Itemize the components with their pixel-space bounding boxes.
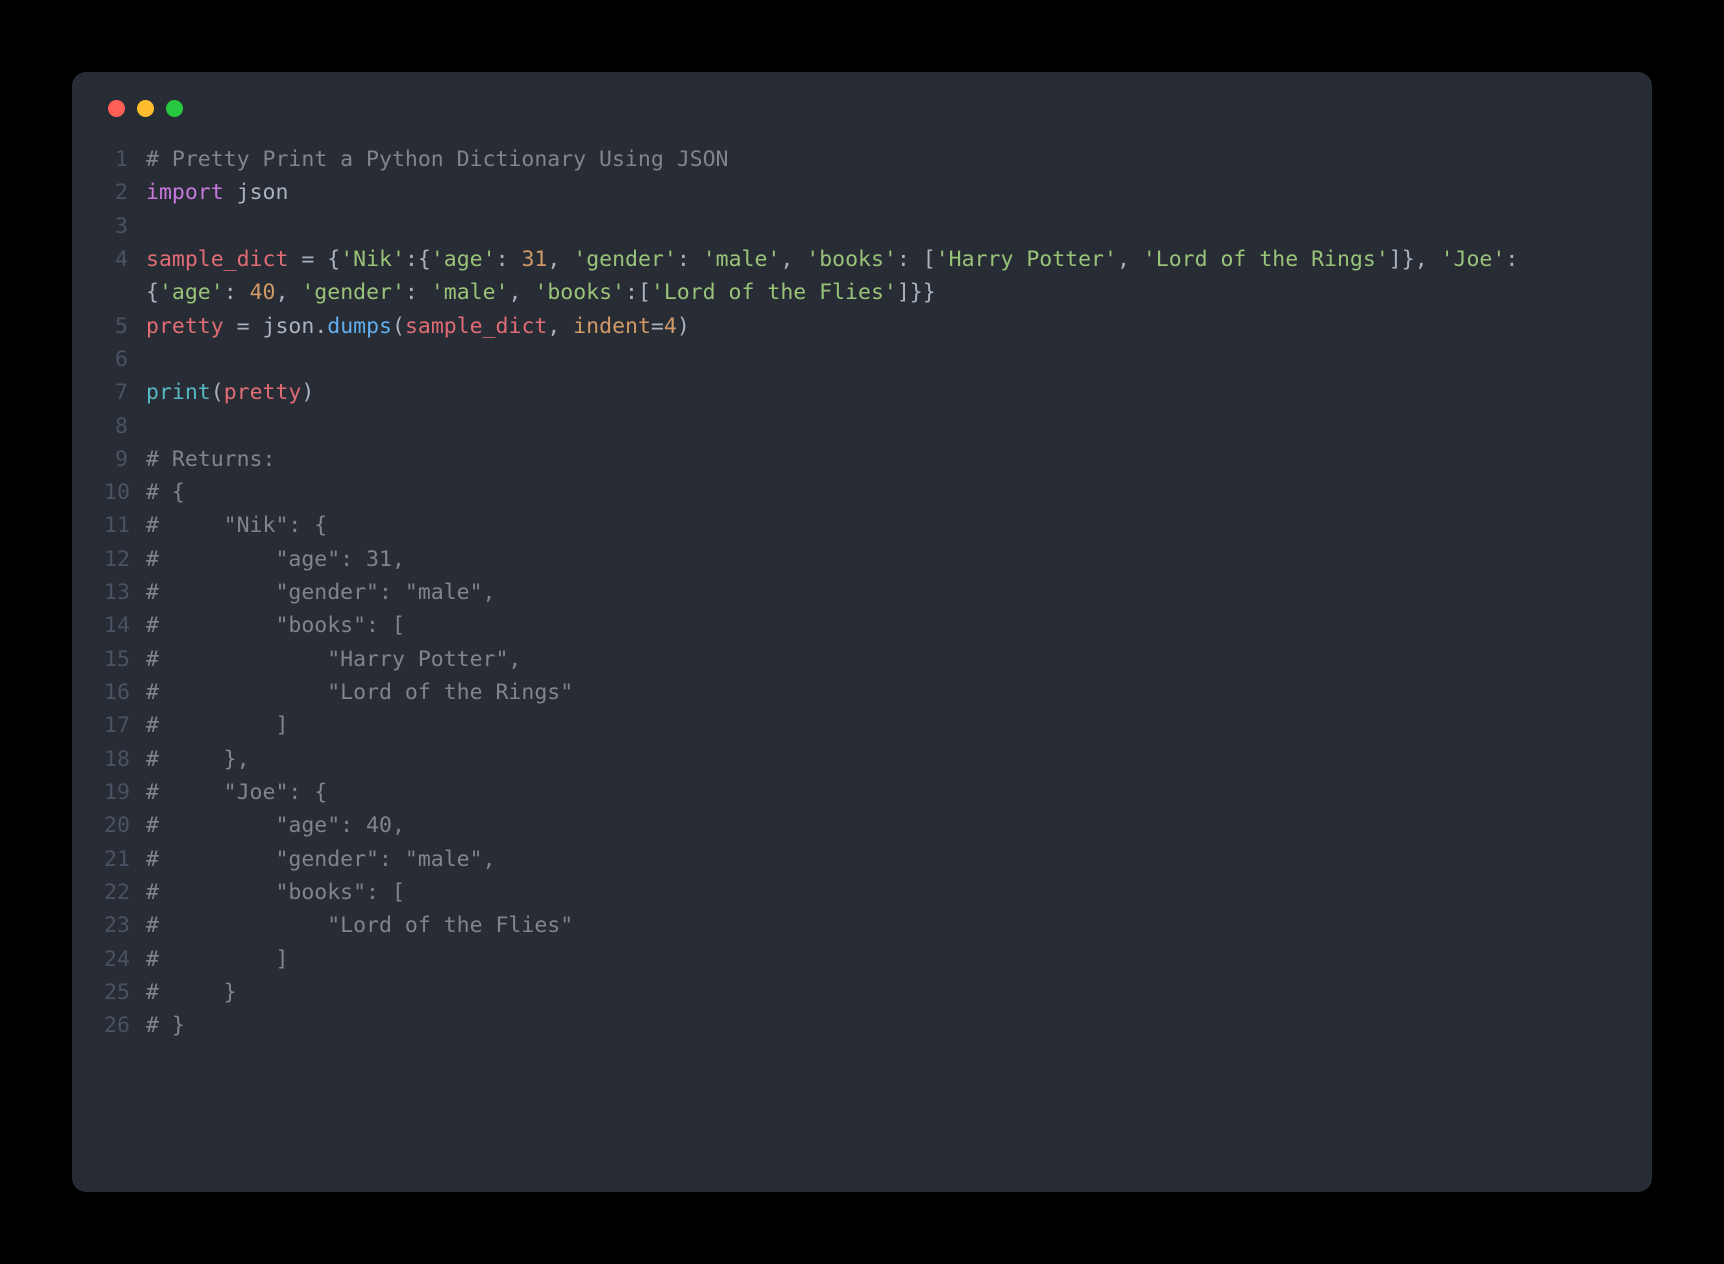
line-content xyxy=(146,343,159,376)
close-icon[interactable] xyxy=(108,100,125,117)
code-line: 21# "gender": "male", xyxy=(104,843,1620,876)
line-content: import json xyxy=(146,176,288,209)
line-number: 17 xyxy=(104,709,146,742)
code-line: 18# }, xyxy=(104,743,1620,776)
line-number: 4 xyxy=(104,243,146,276)
line-number: 26 xyxy=(104,1009,146,1042)
line-number: 8 xyxy=(104,410,146,443)
line-content xyxy=(146,410,159,443)
line-content: # "books": [ xyxy=(146,876,405,909)
line-number: 22 xyxy=(104,876,146,909)
code-editor[interactable]: 1 # Pretty Print a Python Dictionary Usi… xyxy=(104,143,1620,1042)
code-line: 9# Returns: xyxy=(104,443,1620,476)
line-content: pretty = json.dumps(sample_dict, indent=… xyxy=(146,310,690,343)
code-line: 26# } xyxy=(104,1009,1620,1042)
line-number: 19 xyxy=(104,776,146,809)
line-number: 25 xyxy=(104,976,146,1009)
code-line: 25# } xyxy=(104,976,1620,1009)
line-content: # } xyxy=(146,1009,185,1042)
line-content: # { xyxy=(146,476,185,509)
line-number: 16 xyxy=(104,676,146,709)
code-line: 22# "books": [ xyxy=(104,876,1620,909)
code-line: 14# "books": [ xyxy=(104,609,1620,642)
line-number: 23 xyxy=(104,909,146,942)
line-content: # "Lord of the Rings" xyxy=(146,676,573,709)
code-line: 11# "Nik": { xyxy=(104,509,1620,542)
line-number: 9 xyxy=(104,443,146,476)
line-number: 6 xyxy=(104,343,146,376)
code-line: 12# "age": 31, xyxy=(104,543,1620,576)
line-content: # } xyxy=(146,976,237,1009)
code-line: 8 xyxy=(104,410,1620,443)
line-content: # "gender": "male", xyxy=(146,576,496,609)
code-line: 7 print(pretty) xyxy=(104,376,1620,409)
line-content: # }, xyxy=(146,743,250,776)
line-content xyxy=(146,210,159,243)
line-number: 14 xyxy=(104,609,146,642)
line-number: 2 xyxy=(104,176,146,209)
line-number: 1 xyxy=(104,143,146,176)
line-number: 20 xyxy=(104,809,146,842)
line-content: sample_dict = {'Nik':{'age': 31, 'gender… xyxy=(146,243,1620,310)
line-number: 15 xyxy=(104,643,146,676)
code-line: 19# "Joe": { xyxy=(104,776,1620,809)
zoom-icon[interactable] xyxy=(166,100,183,117)
line-content: # ] xyxy=(146,709,288,742)
line-number: 11 xyxy=(104,509,146,542)
code-line: 1 # Pretty Print a Python Dictionary Usi… xyxy=(104,143,1620,176)
code-line: 15# "Harry Potter", xyxy=(104,643,1620,676)
line-content: # "age": 31, xyxy=(146,543,405,576)
window-controls xyxy=(104,100,1620,117)
code-line: 13# "gender": "male", xyxy=(104,576,1620,609)
line-number: 12 xyxy=(104,543,146,576)
code-line: 24# ] xyxy=(104,943,1620,976)
code-line: 23# "Lord of the Flies" xyxy=(104,909,1620,942)
code-line: 4 sample_dict = {'Nik':{'age': 31, 'gend… xyxy=(104,243,1620,310)
line-number: 18 xyxy=(104,743,146,776)
line-content: # ] xyxy=(146,943,288,976)
minimize-icon[interactable] xyxy=(137,100,154,117)
line-number: 10 xyxy=(104,476,146,509)
line-content: # "age": 40, xyxy=(146,809,405,842)
line-content: # "Lord of the Flies" xyxy=(146,909,573,942)
code-line: 17# ] xyxy=(104,709,1620,742)
line-content: print(pretty) xyxy=(146,376,314,409)
line-content: # "Harry Potter", xyxy=(146,643,521,676)
code-window: 1 # Pretty Print a Python Dictionary Usi… xyxy=(72,72,1652,1192)
line-number: 5 xyxy=(104,310,146,343)
line-content: # "Joe": { xyxy=(146,776,327,809)
code-line: 20# "age": 40, xyxy=(104,809,1620,842)
code-line: 3 xyxy=(104,210,1620,243)
line-number: 21 xyxy=(104,843,146,876)
code-line: 5 pretty = json.dumps(sample_dict, inden… xyxy=(104,310,1620,343)
line-content: # Pretty Print a Python Dictionary Using… xyxy=(146,143,728,176)
line-content: # "Nik": { xyxy=(146,509,327,542)
line-number: 13 xyxy=(104,576,146,609)
code-line: 2 import json xyxy=(104,176,1620,209)
line-number: 3 xyxy=(104,210,146,243)
line-content: # Returns: xyxy=(146,443,275,476)
line-number: 7 xyxy=(104,376,146,409)
line-content: # "gender": "male", xyxy=(146,843,496,876)
code-line: 6 xyxy=(104,343,1620,376)
code-line: 16# "Lord of the Rings" xyxy=(104,676,1620,709)
line-number: 24 xyxy=(104,943,146,976)
code-line: 10# { xyxy=(104,476,1620,509)
line-content: # "books": [ xyxy=(146,609,405,642)
